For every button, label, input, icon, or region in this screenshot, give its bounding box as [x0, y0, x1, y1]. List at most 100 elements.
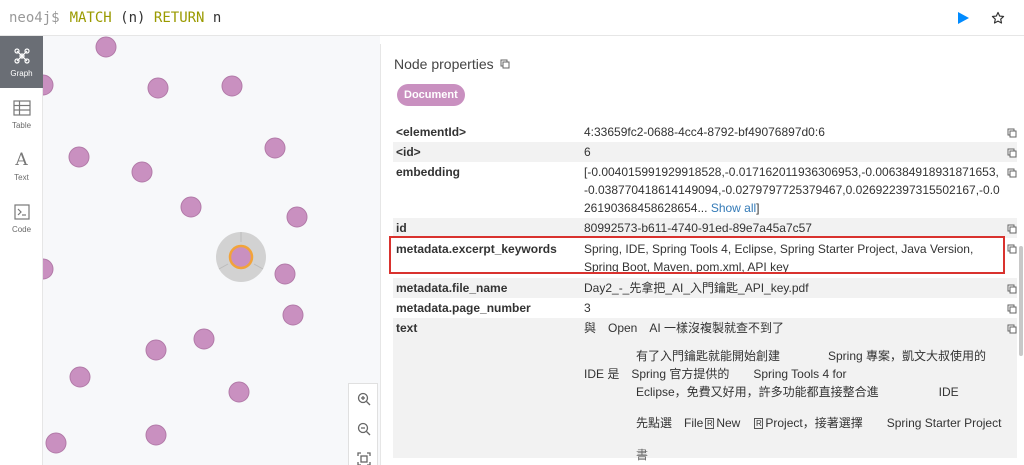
table-view-button[interactable]: Table — [0, 88, 43, 140]
copy-value-button[interactable] — [1007, 221, 1017, 239]
graph-node[interactable] — [180, 196, 202, 218]
graph-icon — [13, 46, 31, 66]
zoom-in-icon — [357, 392, 371, 406]
zoom-out-button[interactable] — [349, 414, 379, 444]
embedding-value: [-0.004015991929918528,-0.01716201193630… — [584, 165, 1000, 215]
result-view-sidebar: Graph Table A Text Code — [0, 36, 43, 465]
property-row: metadata.file_name Day2_-_先拿把_AI_入門鑰匙_AP… — [393, 278, 1017, 298]
play-icon — [958, 12, 969, 24]
code-view-button[interactable]: Code — [0, 192, 43, 244]
graph-node[interactable] — [145, 339, 167, 361]
copy-value-button[interactable] — [1007, 165, 1017, 183]
graph-node[interactable] — [147, 77, 169, 99]
code-icon — [13, 202, 30, 222]
property-key: <elementId> — [396, 125, 467, 139]
fit-screen-icon — [357, 452, 371, 465]
query-keyword-match: MATCH — [69, 9, 112, 26]
graph-node[interactable] — [286, 206, 308, 228]
query-keyword-return: RETURN — [153, 9, 205, 26]
graph-view-label: Graph — [10, 69, 33, 78]
property-row: metadata.page_number 3 — [393, 298, 1017, 318]
query-variable: n — [212, 9, 222, 26]
graph-node[interactable] — [131, 161, 153, 183]
arrow-glyph-icon: R — [705, 418, 715, 429]
copy-icon — [1007, 324, 1017, 334]
query-text[interactable]: MATCH (n) RETURN n — [70, 10, 222, 26]
copy-value-button[interactable] — [1007, 145, 1017, 163]
graph-node[interactable] — [43, 74, 54, 96]
zoom-controls — [348, 383, 378, 465]
panel-scrollbar[interactable] — [1019, 246, 1023, 356]
run-query-button[interactable] — [951, 6, 975, 30]
graph-node[interactable] — [228, 244, 254, 270]
text-line: Eclipse，免費又好用，許多功能都直接整合進 IDE — [636, 385, 959, 399]
property-value: 3 — [584, 301, 591, 315]
graph-node[interactable] — [228, 381, 250, 403]
query-editor[interactable]: neo4j$ MATCH (n) RETURN n — [0, 0, 1024, 36]
property-key: metadata.file_name — [396, 281, 508, 295]
graph-node[interactable] — [68, 146, 90, 168]
graph-node[interactable] — [45, 432, 67, 454]
graph-node[interactable] — [95, 36, 117, 58]
fit-to-screen-button[interactable] — [349, 444, 379, 465]
graph-canvas[interactable] — [43, 36, 380, 465]
property-value: Spring, IDE, Spring Tools 4, Eclipse, Sp… — [584, 242, 974, 274]
copy-icon — [1007, 168, 1017, 178]
text-line-part: 先點選 File — [636, 416, 704, 430]
text-line: 與 Open AI 一樣沒複製就查不到了 — [584, 321, 785, 335]
graph-node[interactable] — [221, 75, 243, 97]
property-row: embedding [-0.004015991929918528,-0.0171… — [393, 162, 1017, 218]
property-row: <elementId> 4:33659fc2-0688-4cc4-8792-bf… — [393, 122, 1017, 142]
graph-svg[interactable] — [43, 36, 380, 465]
text-view-label: Text — [14, 173, 29, 182]
copy-all-button[interactable] — [500, 56, 510, 72]
node-label-badge[interactable]: Document — [397, 84, 465, 106]
graph-node[interactable] — [282, 304, 304, 326]
property-value: 6 — [584, 145, 591, 159]
query-pattern: (n) — [120, 9, 146, 26]
text-line-part: New — [716, 416, 741, 430]
show-all-link[interactable]: Show all — [711, 201, 756, 215]
selected-node[interactable] — [216, 232, 266, 282]
copy-value-button[interactable] — [1007, 241, 1017, 259]
panel-title-text: Node properties — [394, 56, 494, 72]
copy-icon — [1007, 128, 1017, 138]
copy-value-button[interactable] — [1007, 125, 1017, 143]
copy-icon — [1007, 304, 1017, 314]
favorite-query-button[interactable] — [986, 6, 1010, 30]
graph-node[interactable] — [264, 137, 286, 159]
property-key: metadata.page_number — [396, 301, 531, 315]
property-key: embedding — [396, 165, 461, 179]
copy-icon — [1007, 284, 1017, 294]
code-view-label: Code — [11, 225, 32, 234]
graph-node[interactable] — [145, 424, 167, 446]
graph-view-button[interactable]: Graph — [0, 36, 43, 88]
node-properties-panel: Node properties Document <elementId> 4:3… — [380, 44, 1024, 465]
copy-value-button[interactable] — [1007, 281, 1017, 299]
graph-node[interactable] — [69, 366, 91, 388]
copy-icon — [1007, 224, 1017, 234]
property-key: metadata.excerpt_keywords — [396, 242, 557, 256]
star-icon — [991, 11, 1005, 24]
property-row: id 80992573-b611-4740-91ed-89e7a45a7c57 — [393, 218, 1017, 238]
property-value: Day2_-_先拿把_AI_入門鑰匙_API_key.pdf — [584, 281, 809, 295]
graph-node[interactable] — [274, 263, 296, 285]
property-value: 4:33659fc2-0688-4cc4-8792-bf49076897d0:6 — [584, 125, 825, 139]
table-icon — [12, 98, 31, 118]
copy-value-button[interactable] — [1007, 321, 1017, 339]
property-key: text — [396, 321, 418, 335]
copy-icon — [1007, 148, 1017, 158]
graph-node[interactable] — [43, 258, 54, 280]
copy-icon — [500, 59, 510, 69]
property-key: <id> — [396, 145, 421, 159]
text-line: IDE 是 Spring 官方提供的 Spring Tools 4 for — [584, 367, 847, 381]
zoom-in-button[interactable] — [349, 384, 379, 414]
arrow-glyph-icon: R — [754, 418, 764, 429]
property-row: metadata.excerpt_keywords Spring, IDE, S… — [393, 238, 1017, 278]
graph-node[interactable] — [193, 328, 215, 350]
text-view-button[interactable]: A Text — [0, 140, 43, 192]
embedding-suffix: ] — [756, 201, 760, 215]
text-line: 有了入門鑰匙就能開始創建 Spring 專案，凱文大叔使用的 — [636, 349, 987, 363]
copy-value-button[interactable] — [1007, 301, 1017, 319]
text-property-value: 與 Open AI 一樣沒複製就查不到了 有了入門鑰匙就能開始創建 Spring… — [584, 319, 1002, 462]
